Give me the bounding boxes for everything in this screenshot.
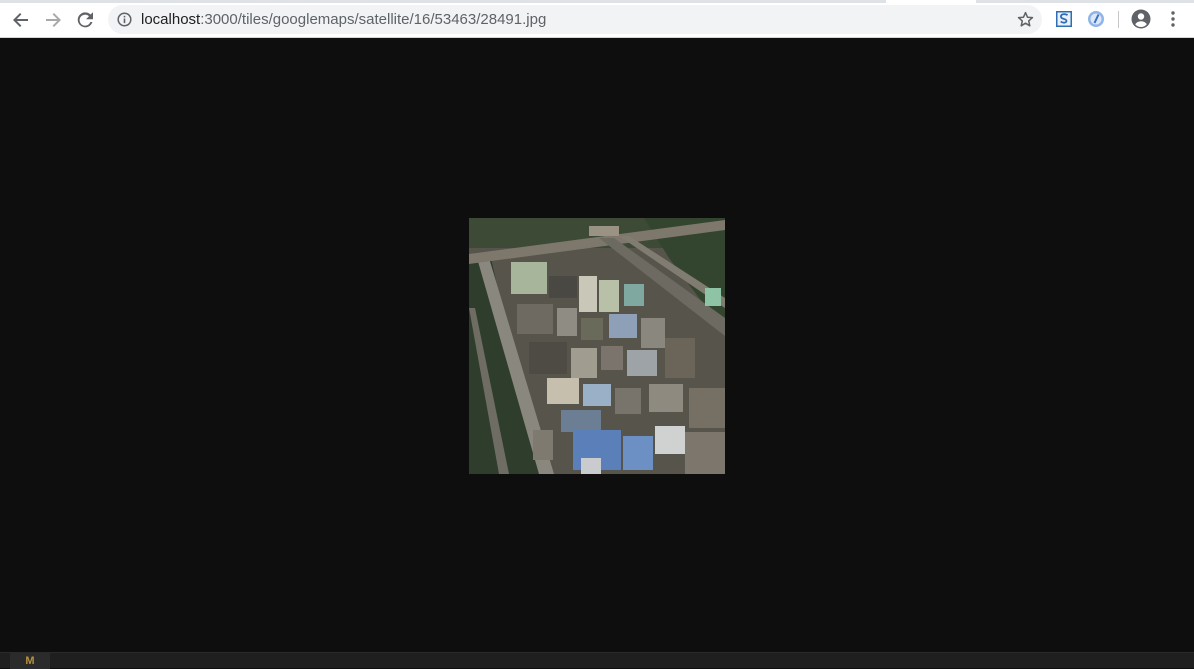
star-icon[interactable]	[1017, 11, 1034, 28]
active-tab-edge[interactable]	[886, 0, 976, 3]
url-host: localhost	[141, 11, 201, 28]
back-button[interactable]	[8, 7, 34, 33]
toolbar-divider	[1118, 11, 1119, 28]
info-icon[interactable]	[117, 12, 132, 27]
address-bar[interactable]: localhost:3000/tiles/googlemaps/satellit…	[108, 5, 1042, 34]
account-circle-icon[interactable]	[1131, 9, 1151, 29]
url-text[interactable]: localhost:3000/tiles/googlemaps/satellit…	[141, 11, 546, 29]
tab-strip	[0, 0, 1194, 3]
bottom-bar: M	[0, 652, 1194, 669]
arrow-left-icon	[12, 11, 30, 29]
satellite-tile-image[interactable]	[469, 218, 725, 474]
circle-extension-icon[interactable]	[1087, 10, 1105, 28]
bottom-tab[interactable]: M	[10, 653, 50, 669]
s-extension-icon[interactable]	[1055, 10, 1073, 28]
browser-toolbar: localhost:3000/tiles/googlemaps/satellit…	[0, 0, 1194, 38]
arrow-right-icon	[44, 11, 62, 29]
forward-button[interactable]	[40, 7, 66, 33]
url-path: :3000/tiles/googlemaps/satellite/16/5346…	[200, 11, 547, 28]
reload-button[interactable]	[72, 7, 98, 33]
reload-icon	[76, 11, 94, 29]
three-dots-menu-icon[interactable]	[1166, 10, 1180, 28]
image-viewer	[0, 38, 1194, 652]
